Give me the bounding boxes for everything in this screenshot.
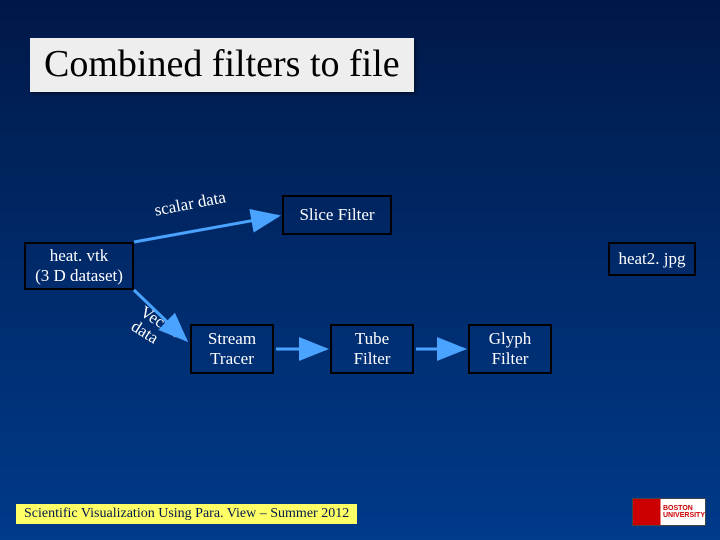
slide-title: Combined filters to file [30,38,414,92]
node-tube-label: Tube Filter [354,329,391,370]
node-slice-label: Slice Filter [299,205,374,225]
node-output-label: heat2. jpg [618,249,685,269]
node-slice-filter: Slice Filter [282,195,392,235]
node-output: heat2. jpg [608,242,696,276]
logo-text: BOSTON UNIVERSITY [663,505,705,519]
university-logo: BOSTON UNIVERSITY [632,498,706,526]
node-stream-tracer: Stream Tracer [190,324,274,374]
node-source-label: heat. vtk (3 D dataset) [35,246,123,287]
node-stream-label: Stream Tracer [208,329,256,370]
edge-scalar-label: scalar data [153,187,228,220]
node-glyph-label: Glyph Filter [489,329,532,370]
edge-vector-label: Vector data [128,303,184,355]
node-glyph-filter: Glyph Filter [468,324,552,374]
node-tube-filter: Tube Filter [330,324,414,374]
node-source: heat. vtk (3 D dataset) [24,242,134,290]
footer-caption: Scientific Visualization Using Para. Vie… [16,504,357,524]
